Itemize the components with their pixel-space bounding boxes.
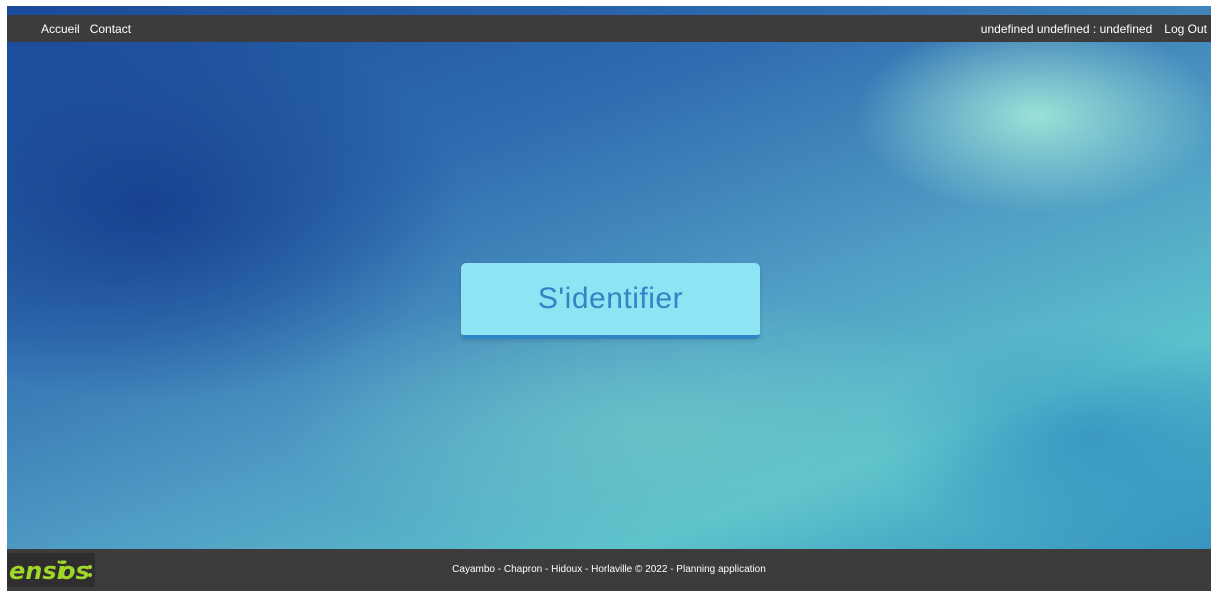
nav-contact-link[interactable]: Contact (90, 22, 131, 36)
login-button-label: S'identifier (537, 282, 684, 315)
footer: ensi os Cayambo - Chapron - Hidoux - Hor… (7, 549, 1211, 591)
top-navbar: Accueil Contact undefined undefined : un… (7, 15, 1211, 42)
user-identity: undefined undefined : undefined (980, 21, 1153, 36)
login-button[interactable]: S'identifier (461, 263, 760, 339)
nav-home-link[interactable]: Accueil (41, 22, 80, 36)
app-frame: Accueil Contact undefined undefined : un… (7, 6, 1211, 591)
nav-links: Accueil Contact (7, 22, 141, 36)
user-area: undefined undefined : undefined Log Out (981, 22, 1211, 36)
footer-credits: Cayambo - Chapron - Hidoux - Horlaville … (452, 564, 766, 575)
logout-link[interactable]: Log Out (1164, 22, 1207, 36)
